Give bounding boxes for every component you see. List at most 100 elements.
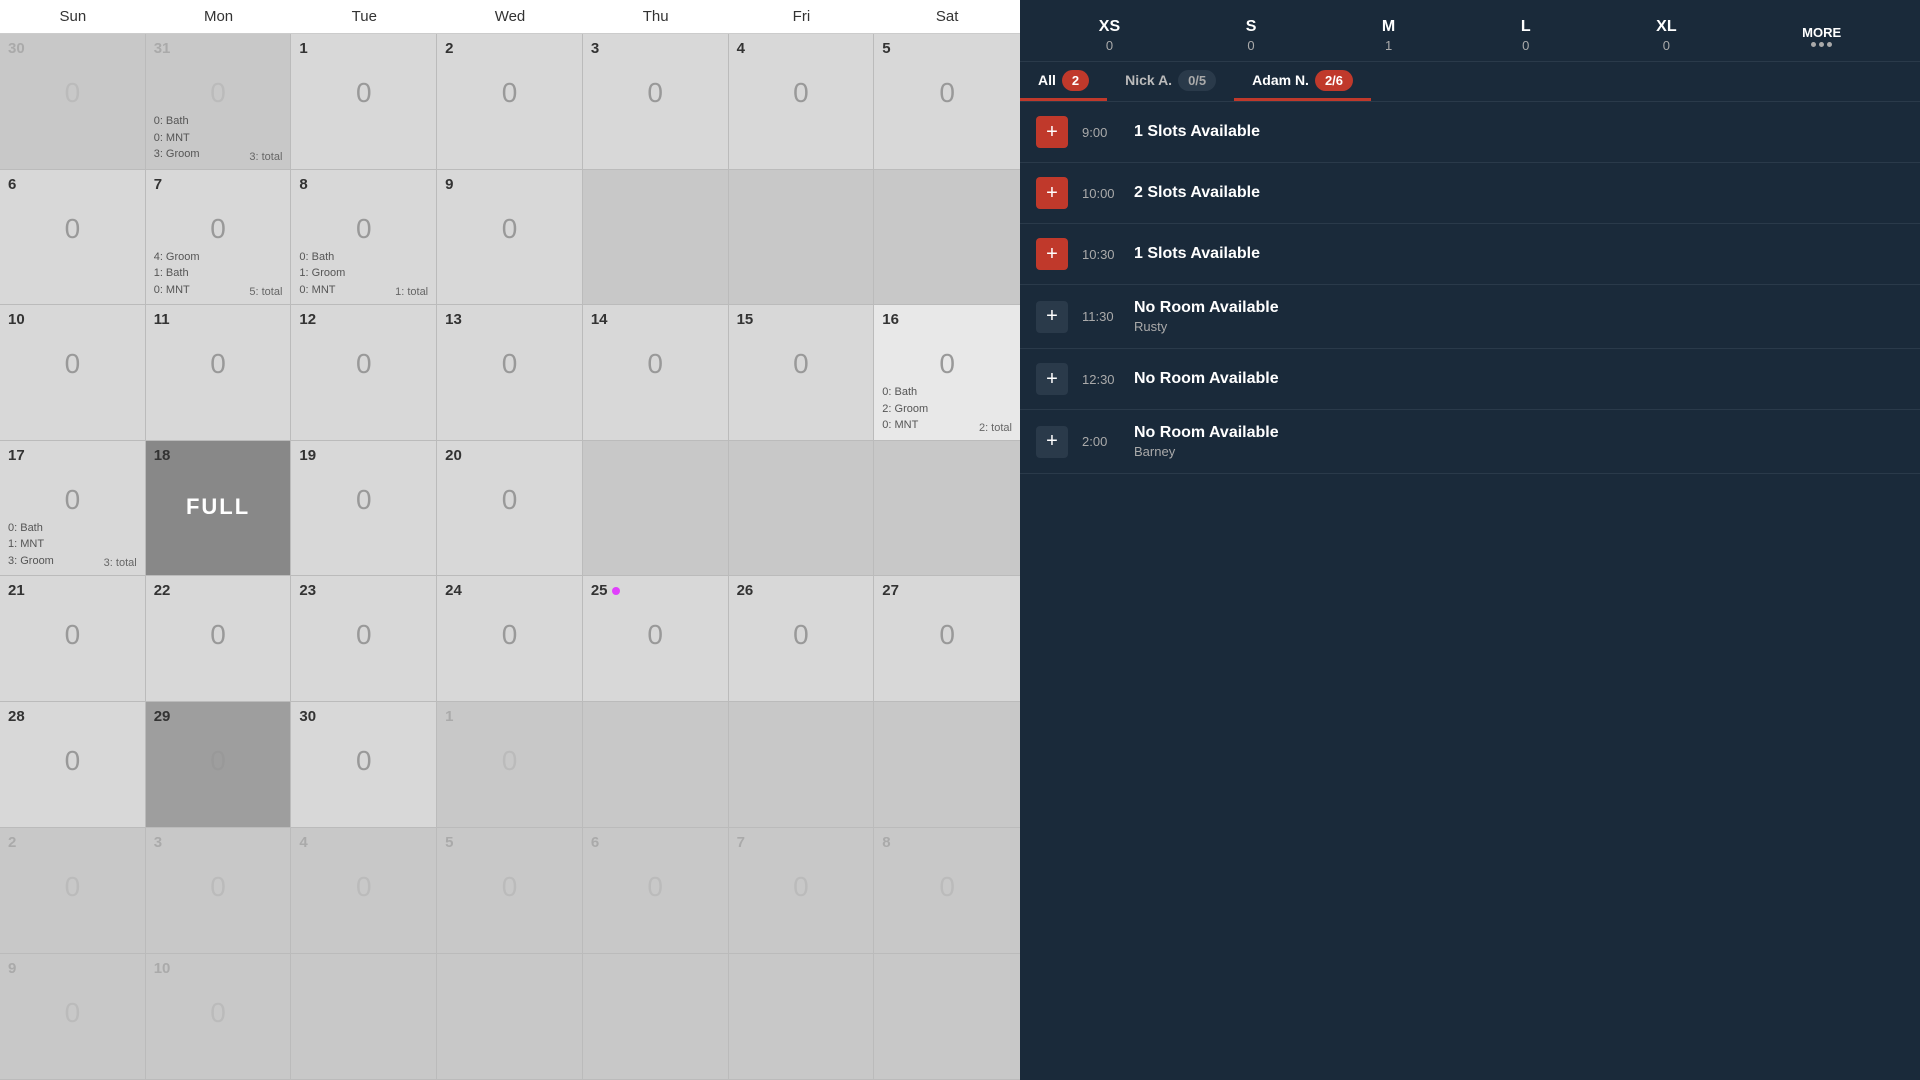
size-item-s[interactable]: S0 <box>1246 18 1257 53</box>
cal-cell[interactable]: 260 <box>729 576 875 701</box>
cal-cell[interactable]: 10 <box>437 702 583 827</box>
cal-count: 0 <box>154 745 283 777</box>
cal-cell[interactable]: 270 <box>874 576 1020 701</box>
cal-cell[interactable]: 30 <box>583 34 729 169</box>
slot-time: 10:00 <box>1082 186 1120 201</box>
cal-cell[interactable] <box>729 170 875 305</box>
cal-cell[interactable]: 240 <box>437 576 583 701</box>
cal-cell[interactable]: 250 <box>583 576 729 701</box>
cal-cell[interactable]: 60 <box>0 170 146 305</box>
cal-cell[interactable] <box>583 441 729 576</box>
cal-cell[interactable]: 18FULL <box>146 441 292 576</box>
more-dots <box>1811 42 1832 47</box>
cal-cell[interactable]: 50 <box>874 34 1020 169</box>
cal-date-number: 11 <box>154 311 283 328</box>
slot-add-button[interactable]: + <box>1036 363 1068 395</box>
cal-cell[interactable]: 200 <box>437 441 583 576</box>
cal-count: 0 <box>154 348 283 380</box>
cal-cell[interactable]: 60 <box>583 828 729 953</box>
slot-add-button[interactable]: + <box>1036 426 1068 458</box>
cal-cell[interactable]: 90 <box>0 954 146 1079</box>
cal-cell[interactable]: 704: Groom1: Bath0: MNT5: total <box>146 170 292 305</box>
cal-cell[interactable]: 290 <box>146 702 292 827</box>
cal-date-number: 18 <box>154 447 283 464</box>
cal-week-1: 60704: Groom1: Bath0: MNT5: total800: Ba… <box>0 170 1020 306</box>
cal-cell[interactable]: 30 <box>146 828 292 953</box>
size-item-xs[interactable]: XS0 <box>1099 18 1120 53</box>
cal-cell[interactable] <box>729 702 875 827</box>
slot-item[interactable]: +10:00 2 Slots Available <box>1020 163 1920 224</box>
cal-cell[interactable]: 80 <box>874 828 1020 953</box>
cal-cell[interactable]: 100 <box>0 305 146 440</box>
cal-cell[interactable]: 1600: Bath2: Groom0: MNT2: total <box>874 305 1020 440</box>
cal-cell[interactable] <box>729 954 875 1079</box>
size-count: 1 <box>1385 38 1392 53</box>
cal-cell[interactable]: 190 <box>291 441 437 576</box>
cal-cell[interactable] <box>583 702 729 827</box>
size-item-xl[interactable]: XL0 <box>1656 18 1676 53</box>
cal-date-number: 10 <box>8 311 137 328</box>
agent-tab-all[interactable]: All2 <box>1020 62 1107 101</box>
cal-cell[interactable]: 11 0 <box>146 305 292 440</box>
cal-cell[interactable] <box>874 702 1020 827</box>
cal-date-number: 6 <box>8 176 137 193</box>
cal-count: 0 <box>445 484 574 516</box>
cal-week-3: 1700: Bath1: MNT3: Groom3: total18FULL19… <box>0 441 1020 577</box>
cal-cell[interactable]: 150 <box>729 305 875 440</box>
cal-cell[interactable]: 280 <box>0 702 146 827</box>
cal-cell[interactable]: 230 <box>291 576 437 701</box>
cal-cell[interactable]: 300 <box>0 34 146 169</box>
cal-cell[interactable]: 120 <box>291 305 437 440</box>
cal-cell[interactable]: 70 <box>729 828 875 953</box>
cal-cell[interactable]: 50 <box>437 828 583 953</box>
cal-cell[interactable]: 300 <box>291 702 437 827</box>
cal-cell[interactable]: 3100: Bath0: MNT3: Groom3: total <box>146 34 292 169</box>
slot-add-button[interactable]: + <box>1036 177 1068 209</box>
cal-cell[interactable] <box>874 954 1020 1079</box>
cal-count: 0 <box>8 77 137 109</box>
cal-cell[interactable] <box>291 954 437 1079</box>
agent-tab-adam-n-[interactable]: Adam N.2/6 <box>1234 62 1371 101</box>
slot-info: No Room AvailableRusty <box>1134 299 1904 334</box>
cal-count: 0 <box>299 77 428 109</box>
slot-info: 2 Slots Available <box>1134 184 1904 202</box>
more-label: MORE <box>1802 25 1841 40</box>
slot-add-button[interactable]: + <box>1036 238 1068 270</box>
slot-add-button[interactable]: + <box>1036 116 1068 148</box>
cal-cell[interactable]: 10 <box>291 34 437 169</box>
cal-cell[interactable]: 130 <box>437 305 583 440</box>
cal-date-number: 9 <box>8 960 137 977</box>
day-of-week-sun: Sun <box>0 0 146 33</box>
cal-cell[interactable]: 20 <box>437 34 583 169</box>
cal-cell[interactable]: 90 <box>437 170 583 305</box>
cal-cell[interactable]: 100 <box>146 954 292 1079</box>
cal-cell[interactable]: 20 <box>0 828 146 953</box>
cal-count: 0 <box>737 77 866 109</box>
slot-item[interactable]: +9:001 Slots Available <box>1020 102 1920 163</box>
cal-cell[interactable] <box>874 441 1020 576</box>
slot-item[interactable]: +2:00No Room AvailableBarney <box>1020 410 1920 474</box>
cal-cell[interactable] <box>583 954 729 1079</box>
slot-item[interactable]: +11:30No Room AvailableRusty <box>1020 285 1920 349</box>
cal-cell[interactable] <box>437 954 583 1079</box>
cal-cell[interactable]: 140 <box>583 305 729 440</box>
size-item-l[interactable]: L0 <box>1521 18 1531 53</box>
slot-add-button[interactable]: + <box>1036 301 1068 333</box>
cal-total: 3: total <box>249 151 282 163</box>
agent-tab-nick-a-[interactable]: Nick A.0/5 <box>1107 62 1234 101</box>
cal-count: 0 <box>591 871 720 903</box>
cal-cell[interactable]: 1700: Bath1: MNT3: Groom3: total <box>0 441 146 576</box>
slot-item[interactable]: +10:301 Slots Available <box>1020 224 1920 285</box>
size-item-m[interactable]: M1 <box>1382 18 1395 53</box>
cal-cell[interactable] <box>729 441 875 576</box>
cal-count: 0 <box>299 619 428 651</box>
cal-cell[interactable]: 40 <box>291 828 437 953</box>
cal-cell[interactable]: 220 <box>146 576 292 701</box>
cal-cell[interactable]: 40 <box>729 34 875 169</box>
cal-cell[interactable]: 210 <box>0 576 146 701</box>
cal-cell[interactable] <box>874 170 1020 305</box>
cal-cell[interactable]: 800: Bath1: Groom0: MNT1: total <box>291 170 437 305</box>
more-sizes-button[interactable]: MORE <box>1802 25 1841 47</box>
slot-item[interactable]: +12:30No Room Available <box>1020 349 1920 410</box>
cal-cell[interactable] <box>583 170 729 305</box>
